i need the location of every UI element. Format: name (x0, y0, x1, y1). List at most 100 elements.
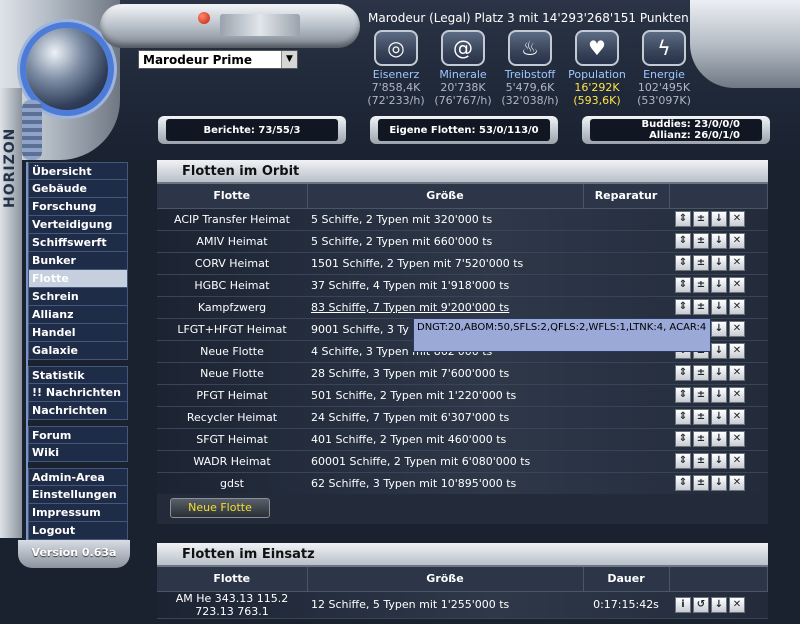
close-icon[interactable]: ✕ (729, 255, 745, 271)
nav-item-nachrichten[interactable]: Nachrichten (28, 402, 128, 420)
edit-fleet-icon[interactable]: ± (693, 387, 709, 403)
dock-fleet-icon[interactable]: ↓ (711, 365, 727, 381)
dock-fleet-icon[interactable]: ↓ (711, 321, 727, 337)
nav-group-community: Forum Wiki (28, 426, 128, 462)
split-fleet-icon[interactable]: ⇕ (675, 277, 691, 293)
edit-fleet-icon[interactable]: ± (693, 277, 709, 293)
reports-box[interactable]: Berichte: 73/55/3 (158, 116, 346, 144)
nav-item-statistik[interactable]: Statistik (28, 366, 128, 384)
close-icon[interactable]: ✕ (729, 387, 745, 403)
close-icon[interactable]: ✕ (729, 596, 745, 613)
buddies-alliance-box[interactable]: Buddies: 23/0/0/0 Allianz: 26/0/1/0 (582, 116, 770, 144)
close-icon[interactable]: ✕ (729, 409, 745, 425)
nav-item-schiffswerft[interactable]: Schiffswerft (28, 234, 128, 252)
split-fleet-icon[interactable]: ⇕ (675, 365, 691, 381)
own-fleets-box[interactable]: Eigene Flotten: 53/0/113/0 (370, 116, 558, 144)
table-row: ACIP Transfer Heimat 5 Schiffe, 2 Typen … (157, 208, 768, 231)
split-fleet-icon[interactable]: ⇕ (675, 233, 691, 249)
split-fleet-icon[interactable]: ⇕ (675, 431, 691, 447)
edit-fleet-icon[interactable]: ± (693, 211, 709, 227)
nav-item-important-messages[interactable]: !! Nachrichten (28, 384, 128, 402)
close-icon[interactable]: ✕ (729, 277, 745, 293)
nav-item-admin-area[interactable]: Admin-Area (28, 468, 128, 486)
resource-minerale[interactable]: @ Minerale 20'738K (76'767/h) (430, 30, 496, 107)
dock-fleet-icon[interactable]: ↓ (711, 431, 727, 447)
split-fleet-icon[interactable]: ⇕ (675, 387, 691, 403)
heart-icon[interactable]: ♥ (575, 30, 619, 66)
split-fleet-icon[interactable]: ⇕ (675, 211, 691, 227)
planet-select[interactable]: Marodeur Prime ▼ (138, 50, 298, 69)
dock-fleet-icon[interactable]: ↓ (711, 475, 727, 491)
dock-fleet-icon[interactable]: ↓ (711, 233, 727, 249)
nav-group-account: Admin-Area Einstellungen Impressum Logou… (28, 468, 128, 540)
resource-eisenerz[interactable]: ◎ Eisenerz 7'858,4K (72'233/h) (363, 30, 429, 107)
gear-icon[interactable]: ◎ (374, 30, 418, 66)
close-icon[interactable]: ✕ (729, 299, 745, 315)
close-icon[interactable]: ✕ (729, 233, 745, 249)
split-fleet-icon[interactable]: ⇕ (675, 453, 691, 469)
own-fleets-count: Eigene Flotten: 53/0/113/0 (378, 119, 550, 141)
nav-item-uebersicht[interactable]: Übersicht (28, 162, 128, 180)
nav-item-einstellungen[interactable]: Einstellungen (28, 486, 128, 504)
edit-fleet-icon[interactable]: ± (693, 255, 709, 271)
dock-fleet-icon[interactable]: ↓ (711, 409, 727, 425)
dock-fleet-icon[interactable]: ↓ (711, 387, 727, 403)
dock-fleet-icon[interactable]: ↓ (711, 299, 727, 315)
lightning-icon[interactable]: ϟ (642, 30, 686, 66)
resource-treibstoff[interactable]: ♨ Treibstoff 5'479,6K (32'038/h) (497, 30, 563, 107)
dock-fleet-icon[interactable]: ↓ (711, 255, 727, 271)
edit-fleet-icon[interactable]: ± (693, 299, 709, 315)
edit-fleet-icon[interactable]: ± (693, 453, 709, 469)
fleet-repair (583, 450, 669, 473)
resource-energie[interactable]: ϟ Energie 102'495K (53'097K) (631, 30, 697, 107)
info-icon[interactable]: i (675, 596, 691, 613)
close-icon[interactable]: ✕ (729, 475, 745, 491)
nav-item-handel[interactable]: Handel (28, 324, 128, 342)
nav-item-impressum[interactable]: Impressum (28, 504, 128, 522)
spiral-icon[interactable]: @ (441, 30, 485, 66)
recall-icon[interactable]: ↺ (693, 596, 709, 613)
fleet-actions: ⇕±↓✕ (669, 230, 768, 253)
nav-item-flotte[interactable]: Flotte (28, 270, 128, 288)
split-fleet-icon[interactable]: ⇕ (675, 255, 691, 271)
globe-logo (26, 28, 108, 110)
nav-item-schrein[interactable]: Schrein (28, 288, 128, 306)
nav-item-bunker[interactable]: Bunker (28, 252, 128, 270)
edit-fleet-icon[interactable]: ± (693, 365, 709, 381)
dock-fleet-icon[interactable]: ↓ (711, 277, 727, 293)
split-fleet-icon[interactable]: ⇕ (675, 409, 691, 425)
close-icon[interactable]: ✕ (729, 431, 745, 447)
edit-fleet-icon[interactable]: ± (693, 233, 709, 249)
edit-fleet-icon[interactable]: ± (693, 409, 709, 425)
fleet-repair (583, 406, 669, 429)
fleet-size: 24 Schiffe, 7 Typen mit 6'307'000 ts (307, 406, 583, 429)
close-icon[interactable]: ✕ (729, 211, 745, 227)
new-fleet-button[interactable]: Neue Flotte (170, 498, 270, 518)
fleet-actions: i ↺ ↓ ✕ (669, 591, 768, 619)
chevron-down-icon[interactable]: ▼ (281, 51, 297, 68)
close-icon[interactable]: ✕ (729, 321, 745, 337)
close-icon[interactable]: ✕ (729, 453, 745, 469)
nav-item-forum[interactable]: Forum (28, 426, 128, 444)
edit-fleet-icon[interactable]: ± (693, 431, 709, 447)
dock-fleet-icon[interactable]: ↓ (711, 343, 727, 359)
nav-item-wiki[interactable]: Wiki (28, 444, 128, 462)
split-fleet-icon[interactable]: ⇕ (675, 299, 691, 315)
reports-count: Berichte: 73/55/3 (166, 119, 338, 141)
fleet-size-link[interactable]: 83 Schiffe, 7 Typen mit 9'200'000 ts (307, 296, 583, 319)
resource-population[interactable]: ♥ Population 16'292K (593,6K) (564, 30, 630, 107)
close-icon[interactable]: ✕ (729, 365, 745, 381)
dock-fleet-icon[interactable]: ↓ (711, 211, 727, 227)
split-fleet-icon[interactable]: ⇕ (675, 475, 691, 491)
edit-fleet-icon[interactable]: ± (693, 475, 709, 491)
close-icon[interactable]: ✕ (729, 343, 745, 359)
flame-icon[interactable]: ♨ (508, 30, 552, 66)
dock-fleet-icon[interactable]: ↓ (711, 596, 727, 613)
dock-fleet-icon[interactable]: ↓ (711, 453, 727, 469)
nav-item-allianz[interactable]: Allianz (28, 306, 128, 324)
nav-item-galaxie[interactable]: Galaxie (28, 342, 128, 360)
nav-item-gebaeude[interactable]: Gebäude (28, 180, 128, 198)
nav-item-forschung[interactable]: Forschung (28, 198, 128, 216)
nav-item-logout[interactable]: Logout (28, 522, 128, 540)
nav-item-verteidigung[interactable]: Verteidigung (28, 216, 128, 234)
